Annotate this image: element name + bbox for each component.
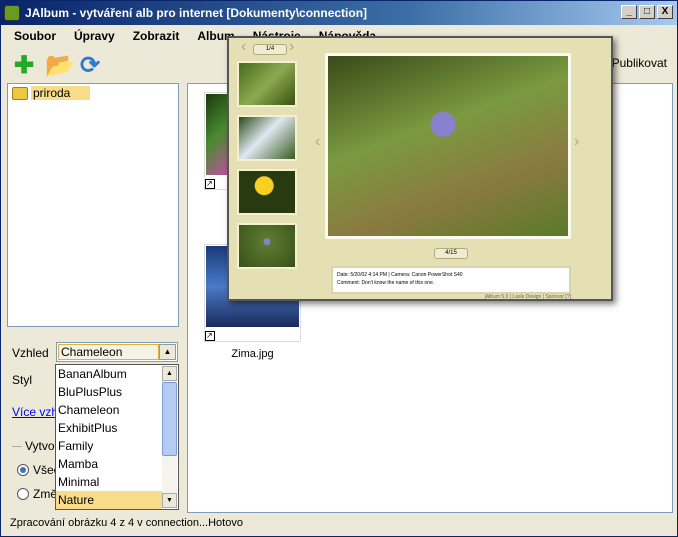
option-bananalbum[interactable]: BananAlbum [56, 365, 162, 383]
prev-arrow-icon: ‹ [241, 38, 247, 55]
refresh-icon[interactable]: ⟳ [77, 53, 103, 79]
option-nature[interactable]: Nature [56, 491, 162, 509]
image-counter: 4/15 [434, 248, 468, 259]
chevron-up-icon[interactable]: ▲ [159, 344, 176, 360]
radio-all-label: Všechny [33, 463, 55, 477]
group-divider [12, 446, 22, 447]
dropdown-scrollbar[interactable]: ▲ ▼ [162, 366, 177, 508]
option-mamba[interactable]: Mamba [56, 455, 162, 473]
scroll-down-icon[interactable]: ▼ [162, 493, 177, 508]
close-button[interactable]: X [657, 5, 673, 19]
folder-up-icon[interactable]: 📂 [45, 53, 75, 79]
next-arrow-icon: › [289, 38, 295, 55]
caption-comment: Comment: Don't know the name of this one… [337, 280, 435, 286]
skin-select[interactable]: Chameleon ▲ [56, 342, 178, 362]
status-bar: Zpracování obrázku 4 z 4 v connection...… [10, 517, 243, 529]
more-skins-link[interactable]: Více vzhledů [12, 405, 56, 419]
minimize-button[interactable]: _ [621, 5, 637, 19]
file-name: Zima.jpg [231, 348, 274, 360]
shortcut-icon: ↗ [205, 179, 215, 189]
folder-tree: priroda [7, 83, 179, 327]
shortcut-icon: ↗ [205, 331, 215, 341]
group-label: Vytvořit [25, 439, 55, 453]
radio-changed[interactable] [17, 488, 29, 500]
menu-zobrazit[interactable]: Zobrazit [124, 27, 189, 45]
option-family[interactable]: Family [56, 437, 162, 455]
preview-main-photo [325, 53, 571, 239]
next-image-icon: › [574, 133, 580, 150]
app-window: JAlbum - vytváření alb pro internet [Dok… [0, 0, 678, 537]
title-bar: JAlbum - vytváření alb pro internet [Dok… [1, 1, 677, 25]
menu-upravy[interactable]: Úpravy [65, 27, 124, 45]
folder-icon [12, 86, 28, 100]
prev-image-icon: ‹ [315, 133, 321, 150]
skin-preview-popup: ‹ 1/4 › ‹ › 4/15 Date: 5/20/02 4:14 PM |… [227, 36, 613, 301]
tree-item-label: priroda [31, 86, 91, 100]
option-minimal[interactable]: Minimal [56, 473, 162, 491]
thumb-counter: 1/4 [253, 44, 287, 55]
skin-select-value: Chameleon [58, 344, 159, 360]
scroll-up-icon[interactable]: ▲ [162, 366, 177, 381]
radio-all[interactable] [17, 464, 29, 476]
radio-changed-label: Změněné [33, 487, 55, 501]
window-title: JAlbum - vytváření alb pro internet [Dok… [25, 6, 368, 20]
option-bluplusplus[interactable]: BluPlusPlus [56, 383, 162, 401]
tree-item-priroda[interactable]: priroda [12, 86, 91, 100]
vzhled-label: Vzhled [12, 346, 49, 360]
preview-thumbnail [237, 61, 297, 107]
skin-dropdown-list: BananAlbum BluPlusPlus Chameleon Exhibit… [55, 364, 179, 510]
styl-label: Styl [12, 373, 33, 387]
option-chameleon[interactable]: Chameleon [56, 401, 162, 419]
maximize-button[interactable]: □ [639, 5, 655, 19]
app-icon [4, 5, 20, 21]
scrollbar-thumb[interactable] [162, 382, 177, 456]
add-icon[interactable]: ✚ [11, 53, 37, 79]
preview-thumbnail [237, 223, 297, 269]
caption-date-camera: Date: 5/20/02 4:14 PM | Camera: Canon Po… [337, 272, 463, 278]
preview-thumbnail [237, 115, 297, 161]
option-exhibitplus[interactable]: ExhibitPlus [56, 419, 162, 437]
menu-soubor[interactable]: Soubor [5, 27, 65, 45]
publish-button[interactable]: Publikovat [612, 56, 667, 70]
photo-caption: Date: 5/20/02 4:14 PM | Camera: Canon Po… [331, 266, 571, 294]
preview-footer: jAlbum 5.0 | Lasle Design | Sponsor [?] [484, 294, 571, 300]
preview-thumbnail [237, 169, 297, 215]
